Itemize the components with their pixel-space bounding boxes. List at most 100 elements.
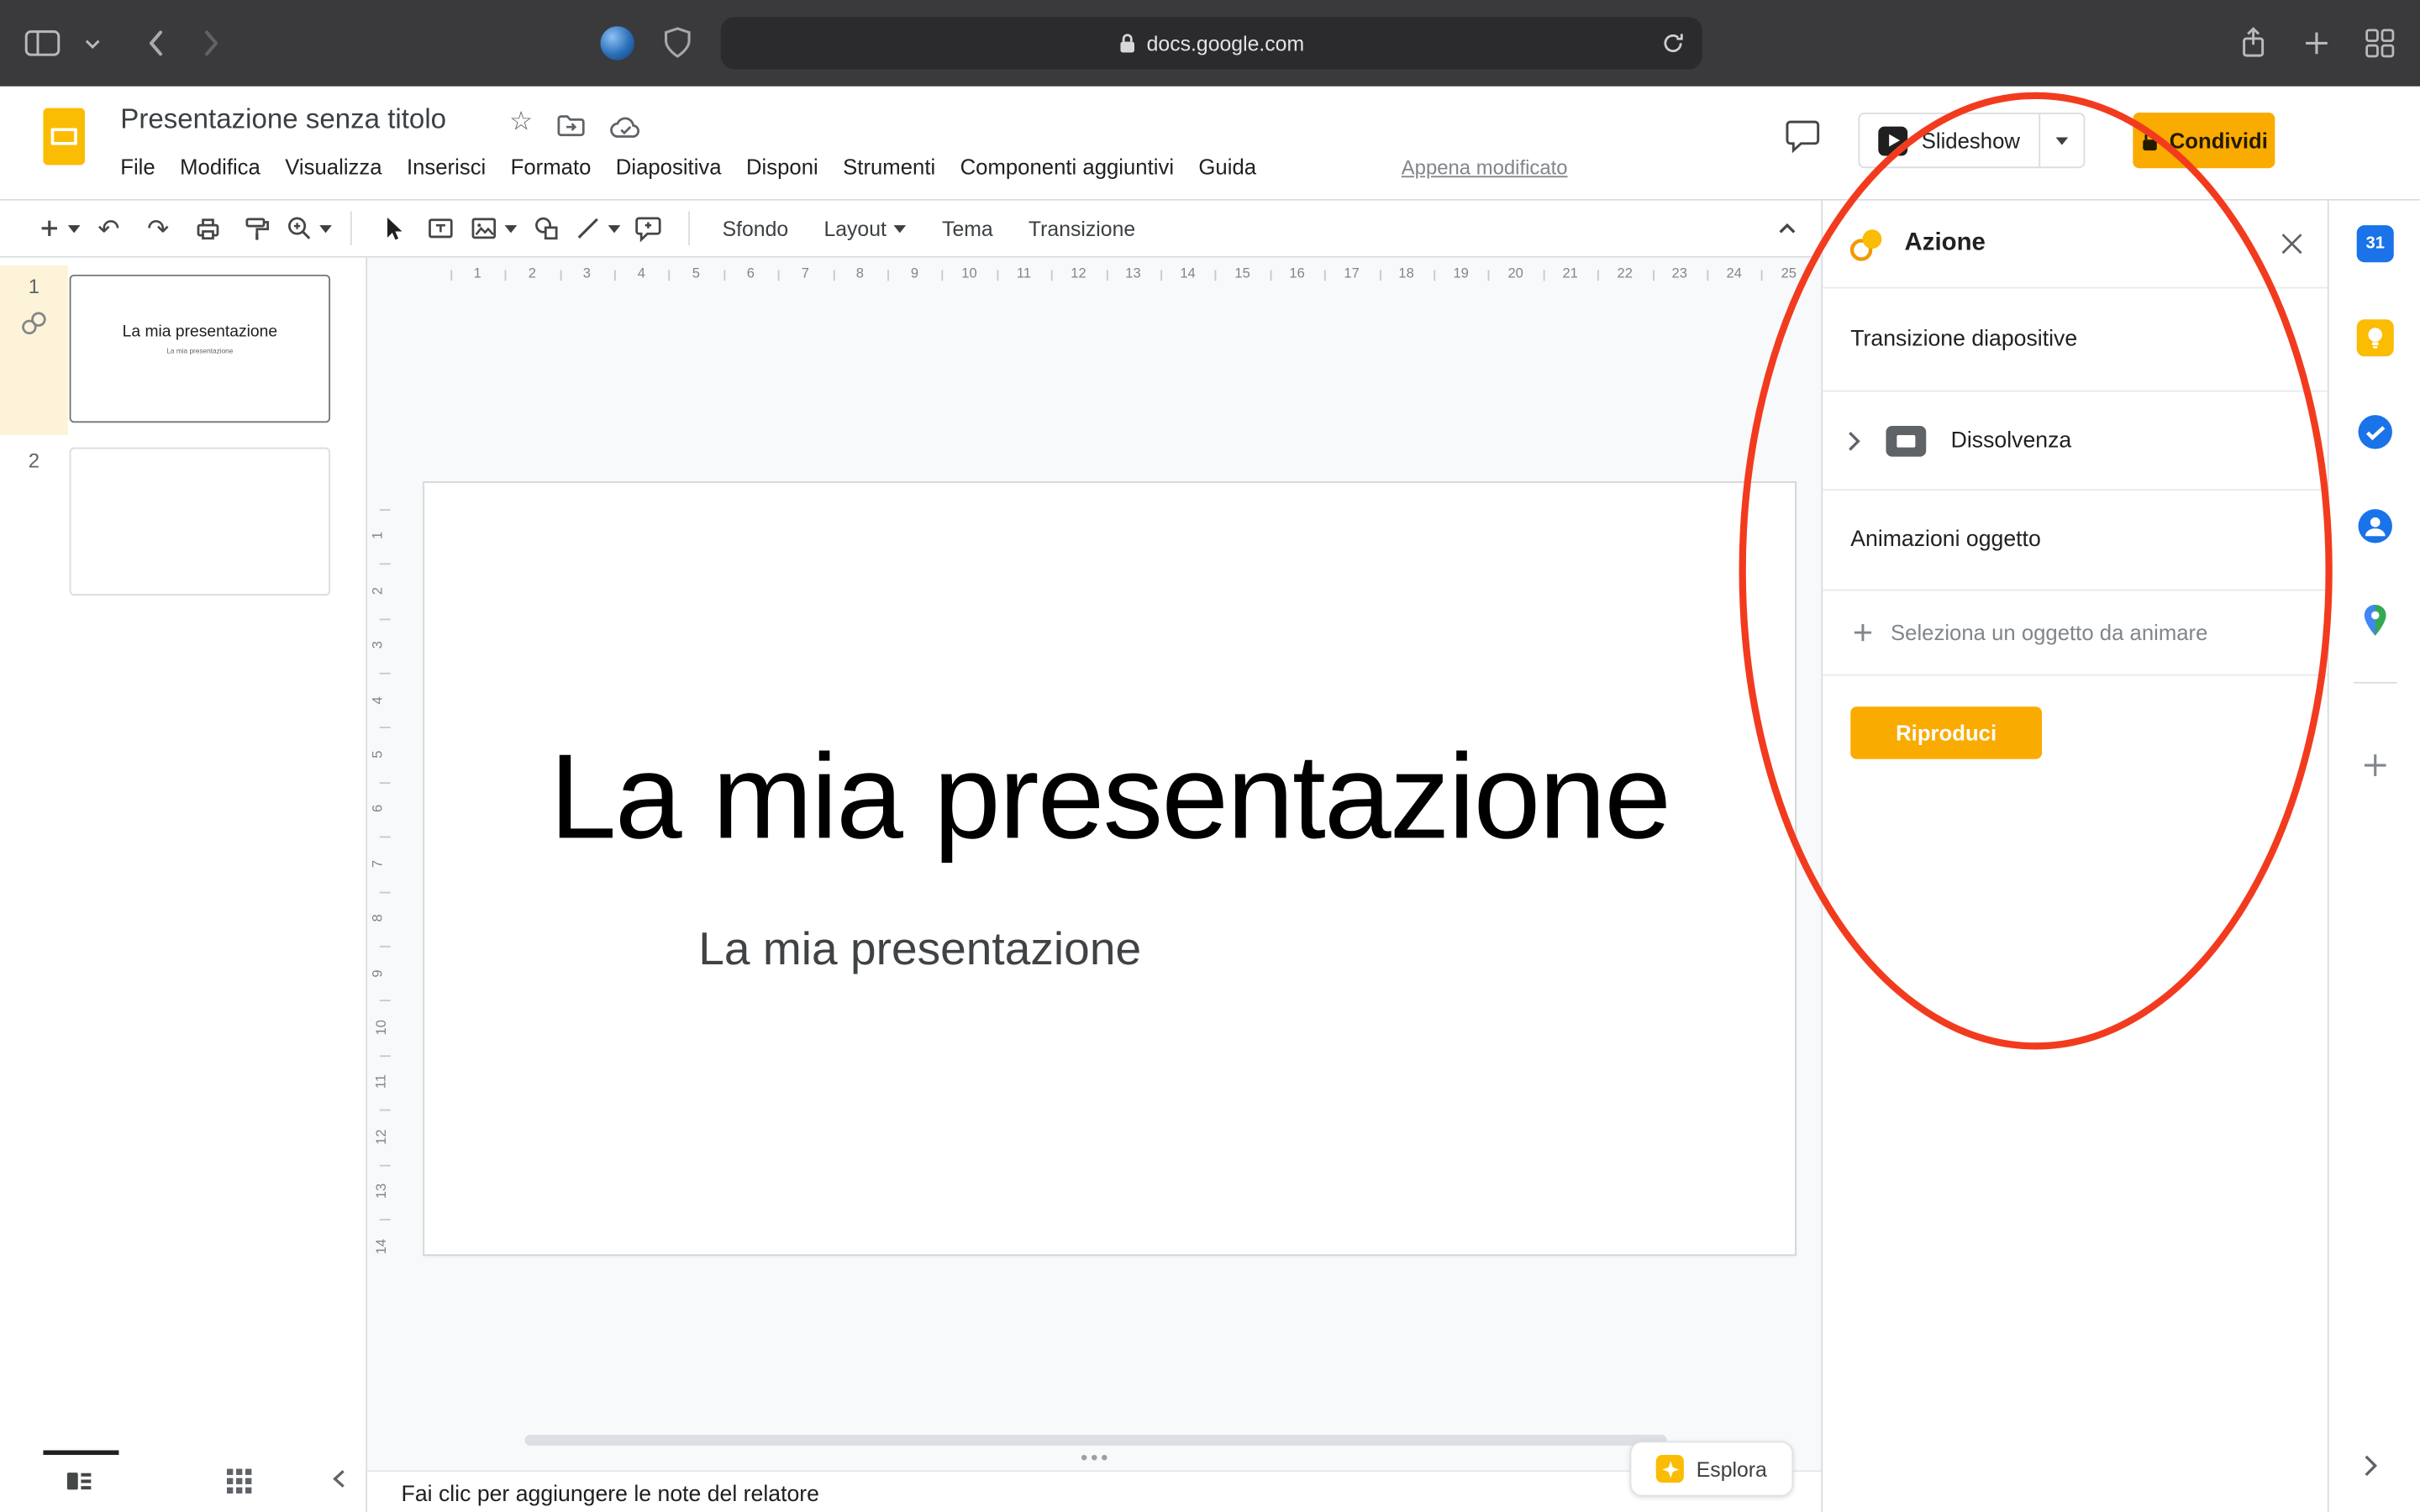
share-page-icon[interactable] (2238, 26, 2269, 60)
zoom-caret-icon[interactable] (319, 224, 332, 232)
ruler-tick (1106, 270, 1107, 281)
menu-visualizza[interactable]: Visualizza (273, 150, 395, 183)
vertical-ruler: 1234567891011121314 (367, 293, 402, 1512)
horizontal-scrollbar[interactable] (524, 1435, 1666, 1446)
print-icon[interactable] (187, 207, 229, 249)
menu-modifica[interactable]: Modifica (167, 150, 272, 183)
menu-strumenti[interactable]: Strumenti (830, 150, 947, 183)
slide-title-text[interactable]: La mia presentazione (424, 727, 1795, 867)
slides-logo-icon[interactable] (43, 108, 85, 165)
reload-icon[interactable] (1662, 33, 1684, 55)
slideshow-caret-icon[interactable] (2055, 137, 2068, 144)
insert-line-caret-icon[interactable] (608, 224, 621, 232)
filmstrip-view-icon[interactable] (65, 1467, 92, 1495)
ruler-tick (614, 270, 616, 281)
screen: docs.google.com Presentazione senza tito… (0, 0, 2420, 1512)
keep-icon[interactable] (2357, 319, 2394, 356)
ruler-tick (833, 270, 834, 281)
calendar-icon[interactable]: 31 (2357, 225, 2394, 262)
new-tab-icon[interactable] (2302, 29, 2330, 57)
ruler-number: 7 (802, 265, 809, 281)
menu-componenti-aggiuntivi[interactable]: Componenti aggiuntivi (948, 150, 1186, 183)
insert-comment-icon[interactable] (629, 207, 671, 249)
menu-inserisci[interactable]: Inserisci (394, 150, 498, 183)
ruler-number: 11 (373, 1075, 388, 1089)
ruler-tick (778, 270, 780, 281)
star-icon[interactable]: ☆ (509, 107, 533, 138)
ruler-tick (380, 673, 391, 675)
slideshow-button[interactable]: Slideshow (1858, 113, 2085, 168)
comments-icon[interactable] (1784, 118, 1821, 155)
grid-view-icon[interactable] (225, 1467, 253, 1495)
chevron-down-icon[interactable] (85, 38, 100, 49)
ruler-number: 5 (692, 265, 700, 281)
ruler-tick (1270, 270, 1271, 281)
redo-icon[interactable]: ↷ (137, 207, 179, 249)
theme-button[interactable]: Tema (929, 211, 1007, 246)
document-title[interactable]: Presentazione senza titolo (120, 103, 446, 136)
ruler-number: 2 (370, 586, 385, 594)
add-animation-row[interactable]: Seleziona un oggetto da animare (1823, 591, 2328, 675)
collapse-filmstrip-icon[interactable] (327, 1466, 351, 1492)
menu-file[interactable]: File (108, 150, 168, 183)
ruler-tick (942, 270, 944, 281)
paint-format-icon[interactable] (236, 207, 278, 249)
layout-button[interactable]: Layout (810, 211, 920, 246)
workspace-side-panel: 31 (2328, 201, 2420, 1512)
slide-1-thumbnail[interactable]: La mia presentazione La mia presentazion… (70, 275, 330, 423)
move-folder-icon[interactable] (557, 113, 585, 137)
menu-diapositiva[interactable]: Diapositiva (603, 150, 734, 183)
notes-resize-handle[interactable]: ••• (1065, 1446, 1126, 1469)
slide-2-number: 2 (0, 449, 68, 472)
expand-side-panel-icon[interactable] (2363, 1453, 2378, 1478)
zoom-control[interactable] (286, 207, 332, 249)
explore-button[interactable]: Esplora (1630, 1441, 1794, 1497)
last-edit-link[interactable]: Appena modificato (1402, 156, 1568, 180)
ruler-number: 2 (529, 265, 536, 281)
thumbnail-title: La mia presentazione (71, 323, 329, 341)
select-tool-icon[interactable] (371, 207, 413, 249)
transition-row[interactable]: Dissolvenza (1823, 392, 2328, 491)
ruler-number: 14 (374, 1238, 389, 1253)
get-addons-icon[interactable] (2360, 750, 2391, 781)
insert-shape-icon[interactable] (524, 207, 566, 249)
sidebar-toggle-icon[interactable] (24, 29, 60, 57)
motion-panel-title: Azione (1905, 230, 1986, 258)
shield-extension-icon[interactable] (662, 26, 693, 60)
slide-2-thumbnail[interactable] (70, 448, 330, 596)
ruler-tick (1051, 270, 1053, 281)
undo-icon[interactable]: ↶ (88, 207, 130, 249)
collapse-toolbar-icon[interactable] (1775, 218, 1799, 239)
animations-section-label: Animazioni oggetto (1850, 528, 2041, 552)
tasks-icon[interactable] (2357, 413, 2394, 450)
menu-guida[interactable]: Guida (1186, 150, 1269, 183)
background-button[interactable]: Sfondo (708, 211, 802, 246)
menu-disponi[interactable]: Disponi (734, 150, 830, 183)
transition-button[interactable]: Transizione (1014, 211, 1149, 246)
slide-subtitle-text[interactable]: La mia presentazione (698, 924, 1141, 976)
contacts-icon[interactable] (2357, 507, 2394, 544)
address-bar[interactable]: docs.google.com (721, 17, 1702, 69)
back-icon[interactable] (146, 29, 163, 57)
ruler-number: 21 (1562, 265, 1577, 281)
new-slide-caret-icon[interactable] (68, 224, 81, 232)
maps-icon[interactable] (2357, 601, 2394, 638)
insert-image-caret-icon[interactable] (505, 224, 518, 232)
share-button[interactable]: Condividi (2133, 113, 2275, 168)
toolbar-separator (350, 212, 352, 245)
text-box-icon[interactable] (420, 207, 462, 249)
insert-line-icon[interactable] (574, 207, 620, 249)
slide-canvas[interactable]: La mia presentazione La mia presentazion… (423, 481, 1797, 1256)
ruler-tick (1707, 270, 1708, 281)
chevron-right-icon[interactable] (1848, 430, 1862, 452)
play-button[interactable]: Riproduci (1850, 706, 2042, 759)
close-panel-icon[interactable] (2281, 233, 2303, 255)
speaker-notes[interactable]: Fai clic per aggiungere le note del rela… (367, 1470, 1821, 1512)
ruler-number: 4 (370, 696, 385, 704)
ruler-tick (380, 509, 391, 511)
new-slide-button[interactable] (37, 207, 80, 249)
insert-image-icon[interactable] (469, 207, 517, 249)
menu-formato[interactable]: Formato (498, 150, 603, 183)
extension-icon[interactable] (600, 26, 634, 60)
tab-overview-icon[interactable] (2365, 28, 2396, 59)
